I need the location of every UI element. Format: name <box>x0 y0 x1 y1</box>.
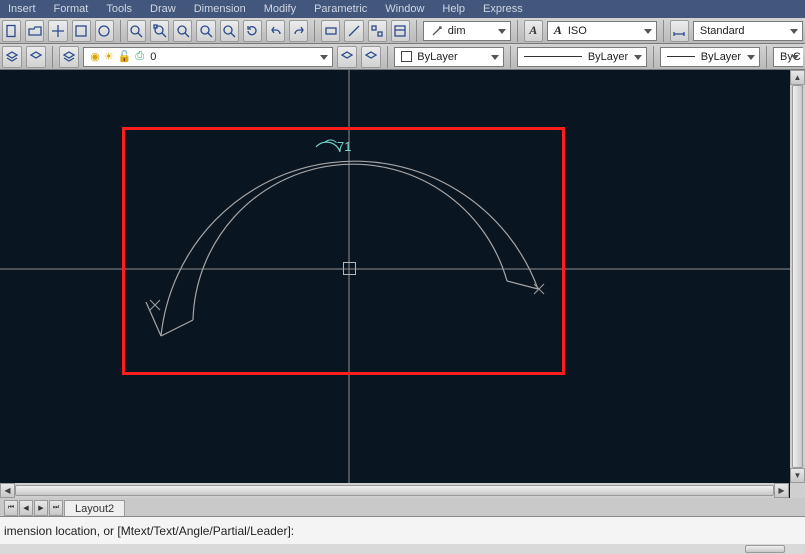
tab-nav-first[interactable]: ⏮ <box>4 500 18 516</box>
viewport-scrollbar-vertical[interactable]: ▲ ▼ <box>790 70 805 483</box>
scroll-down-arrow[interactable]: ▼ <box>790 468 805 483</box>
scroll-up-arrow[interactable]: ▲ <box>790 70 805 85</box>
scroll-left-arrow[interactable]: ◀ <box>0 483 15 498</box>
toolbar-row-1: dim A A ISO Standard <box>0 18 805 44</box>
lineweight-select[interactable]: ByLayer <box>660 47 760 67</box>
tab-nav-last[interactable]: ⏭ <box>49 500 63 516</box>
dimension-label: ⌒71 <box>324 136 351 155</box>
color-swatch <box>401 51 412 62</box>
plotstyle-value: ByC <box>780 51 801 63</box>
linetype-select[interactable]: ByLayer <box>517 47 647 67</box>
scroll-right-arrow[interactable]: ▶ <box>774 483 789 498</box>
separator <box>510 46 511 68</box>
color-select[interactable]: ByLayer <box>394 47 504 67</box>
tool-btn-layers-b[interactable] <box>26 46 46 68</box>
tool-btn-new[interactable] <box>2 20 21 42</box>
menu-express[interactable]: Express <box>483 3 523 15</box>
tool-btn-zoom-prev[interactable] <box>173 20 192 42</box>
menu-parametric[interactable]: Parametric <box>314 3 367 15</box>
separator <box>52 46 53 68</box>
separator <box>517 20 518 42</box>
menu-modify[interactable]: Modify <box>264 3 296 15</box>
scrollbar-corner <box>790 483 805 498</box>
tool-btn-undo[interactable] <box>266 20 285 42</box>
separator <box>120 20 121 42</box>
layout-tab-label: Layout2 <box>75 503 114 515</box>
command-scrollbar[interactable] <box>0 544 805 554</box>
linetype-preview <box>524 56 582 57</box>
tool-btn-generic-e[interactable] <box>368 20 387 42</box>
command-line[interactable]: imension location, or [Mtext/Text/Angle/… <box>0 517 805 544</box>
toolbar-row-2: ◉ ☀ 🔓 ⎙ 0 ByLayer ByLayer ByLayer ByC <box>0 44 805 70</box>
layer-name: 0 <box>150 51 156 63</box>
layout-tab[interactable]: Layout2 <box>64 500 125 516</box>
layer-select[interactable]: ◉ ☀ 🔓 ⎙ 0 <box>83 47 333 67</box>
lineweight-value: ByLayer <box>701 51 741 63</box>
lineweight-preview <box>667 56 695 57</box>
text-icon: A <box>529 23 537 38</box>
dim-style-btn[interactable] <box>670 20 689 42</box>
tool-btn-properties[interactable] <box>391 20 410 42</box>
separator <box>663 20 664 42</box>
menu-dimension[interactable]: Dimension <box>194 3 246 15</box>
command-input-text: dim <box>448 25 466 37</box>
plotstyle-select-partial[interactable]: ByC <box>773 47 803 67</box>
tool-btn-generic-a[interactable] <box>72 20 91 42</box>
scroll-thumb-h[interactable] <box>15 485 774 496</box>
tool-btn-pan[interactable] <box>48 20 67 42</box>
drawing-svg <box>0 70 805 498</box>
separator <box>314 20 315 42</box>
sun-icon: ☀ <box>104 50 114 63</box>
menu-tools[interactable]: Tools <box>106 3 132 15</box>
menu-format[interactable]: Format <box>54 3 89 15</box>
dim-style-value: Standard <box>700 25 745 37</box>
text-style-value: ISO <box>568 25 587 37</box>
menu-insert[interactable]: Insert <box>8 3 36 15</box>
tool-btn-layers-a[interactable] <box>2 46 22 68</box>
cursor-pickbox <box>343 262 356 275</box>
tool-btn-generic-b[interactable] <box>95 20 114 42</box>
tool-btn-zoom-window[interactable] <box>127 20 146 42</box>
menu-bar: Insert Format Tools Draw Dimension Modif… <box>0 0 805 18</box>
tab-nav-prev[interactable]: ◀ <box>19 500 33 516</box>
bulb-icon: ◉ <box>90 50 100 63</box>
layer-manager-btn[interactable] <box>59 46 79 68</box>
text-style-select[interactable]: A ISO <box>547 21 657 41</box>
plot-icon: ⎙ <box>135 50 144 63</box>
menu-window[interactable]: Window <box>385 3 424 15</box>
text-style-btn[interactable]: A <box>524 20 543 42</box>
color-value: ByLayer <box>417 51 457 63</box>
scroll-thumb-v[interactable] <box>792 85 803 468</box>
layout-tabs-row: ⏮ ◀ ▶ ⏭ Layout2 <box>0 498 805 516</box>
viewport-scrollbar-horizontal[interactable]: ◀ ▶ <box>0 483 789 498</box>
layer-tool-b[interactable] <box>361 46 381 68</box>
tool-btn-zoom-extents[interactable] <box>150 20 169 42</box>
tool-btn-generic-c[interactable] <box>321 20 340 42</box>
menu-draw[interactable]: Draw <box>150 3 176 15</box>
separator <box>416 20 417 42</box>
command-input[interactable]: dim <box>423 21 511 41</box>
drawing-viewport[interactable]: ⌒71 ▲ ▼ ◀ ▶ <box>0 70 805 498</box>
command-bar: imension location, or [Mtext/Text/Angle/… <box>0 516 805 554</box>
tool-btn-generic-d[interactable] <box>344 20 363 42</box>
separator <box>387 46 388 68</box>
command-prompt: imension location, or [Mtext/Text/Angle/… <box>4 524 294 538</box>
tool-btn-zoom-all[interactable] <box>220 20 239 42</box>
lock-icon: 🔓 <box>118 50 132 63</box>
tab-nav-next[interactable]: ▶ <box>34 500 48 516</box>
tool-btn-open[interactable] <box>25 20 44 42</box>
tool-btn-regen[interactable] <box>243 20 262 42</box>
linetype-value: ByLayer <box>588 51 628 63</box>
tool-btn-redo[interactable] <box>289 20 308 42</box>
separator <box>766 46 767 68</box>
dim-style-select[interactable]: Standard <box>693 21 803 41</box>
command-scroll-thumb[interactable] <box>745 545 785 553</box>
menu-help[interactable]: Help <box>442 3 465 15</box>
tool-btn-zoom-realtime[interactable] <box>196 20 215 42</box>
text-icon: A <box>554 23 562 38</box>
layer-tool-a[interactable] <box>337 46 357 68</box>
separator <box>653 46 654 68</box>
